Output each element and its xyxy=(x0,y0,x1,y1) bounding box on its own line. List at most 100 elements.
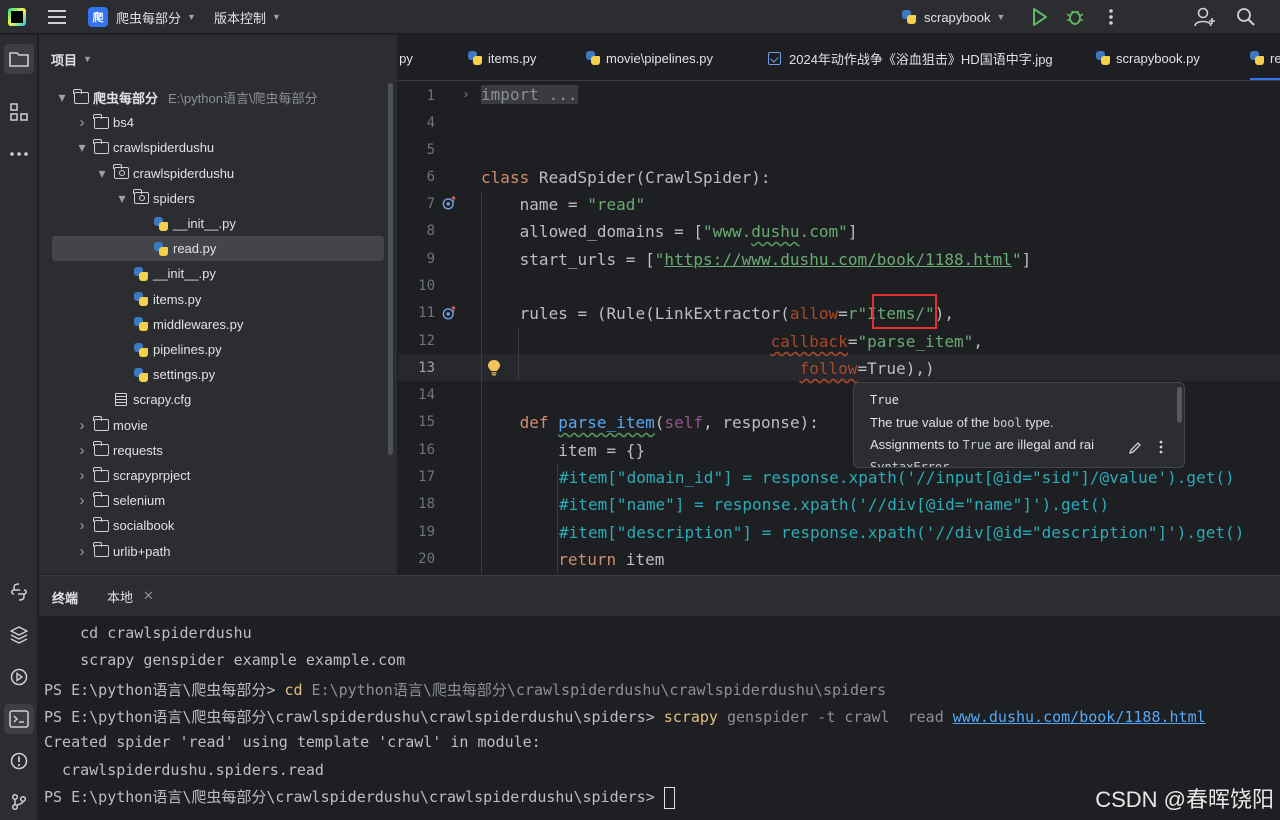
layers-icon[interactable] xyxy=(4,620,34,650)
tree-item[interactable]: › urlib+path xyxy=(39,539,384,564)
popup-scrollbar[interactable] xyxy=(1177,387,1182,423)
line-number: 14 xyxy=(418,387,435,403)
tab-image-file[interactable]: 2024年动作战争《浴血狙击》HD国语中字.jpg xyxy=(768,35,1053,80)
chevron-down-icon[interactable]: ▾ xyxy=(55,89,69,106)
tab-movie-pipelines[interactable]: movie\pipelines.py xyxy=(586,35,713,80)
quick-doc-popup[interactable]: True The true value of the bool type. As… xyxy=(853,382,1185,468)
tab-label: movie\pipelines.py xyxy=(606,50,713,66)
code-editor[interactable]: 1 4 5 6 7 8 9 10 11 12 13 14 15 16 17 18 19 20 › import .… xyxy=(398,82,1280,574)
code-line-7: name = "read" xyxy=(481,195,646,214)
tree-item[interactable]: › requests xyxy=(39,438,384,463)
search-icon[interactable] xyxy=(1236,0,1256,34)
terminal-line: PS E:\python语言\爬虫每部分\crawlspiderdushu\cr… xyxy=(44,708,1206,726)
more-tools-icon[interactable] xyxy=(4,139,34,169)
project-selector[interactable]: 爬 爬虫每部分 ▼ xyxy=(88,0,196,34)
python-file-icon xyxy=(1096,51,1110,65)
chevron-right-icon[interactable]: › xyxy=(75,114,89,131)
folder-icon xyxy=(93,491,109,508)
tree-item[interactable]: › movie xyxy=(39,413,384,438)
tree-item[interactable]: › selenium xyxy=(39,488,384,513)
python-file-icon xyxy=(468,51,482,65)
tree-item[interactable]: ▾ 爬虫每部分 E:\python语言\爬虫每部分 xyxy=(39,85,384,110)
tree-item[interactable]: scrapy.cfg xyxy=(39,387,384,412)
tree-item-label: scrapy.cfg xyxy=(133,392,192,408)
chevron-down-icon[interactable]: ▾ xyxy=(95,165,109,182)
chevron-right-icon[interactable]: › xyxy=(75,467,89,484)
git-icon[interactable] xyxy=(4,787,34,817)
doc-title: True xyxy=(870,393,899,407)
chevron-down-icon[interactable]: ▾ xyxy=(75,139,89,156)
project-panel-header[interactable]: 项目 ▼ xyxy=(51,49,92,69)
terminal-panel[interactable]: 终端 本地 ✕ cd crawlspiderdushu scrapy gensp… xyxy=(39,575,1280,820)
debug-button[interactable] xyxy=(1066,0,1084,34)
tree-item-label: items.py xyxy=(153,291,202,307)
more-actions-icon[interactable] xyxy=(1108,0,1114,34)
tree-item[interactable]: middlewares.py xyxy=(39,312,384,337)
config-file-icon xyxy=(113,393,129,407)
package-folder-icon xyxy=(113,164,129,180)
terminal-cursor xyxy=(663,786,675,809)
more-options-icon[interactable] xyxy=(1159,440,1163,457)
tab-read-py[interactable]: re xyxy=(1250,35,1280,80)
folder-icon xyxy=(93,516,109,533)
tree-item[interactable]: ▾ crawlspiderdushu xyxy=(39,135,384,160)
problems-icon[interactable] xyxy=(4,746,34,776)
structure-icon[interactable] xyxy=(4,97,34,127)
terminal-tab-bar: 终端 本地 ✕ xyxy=(39,576,1280,616)
tree-item-label: crawlspiderdushu xyxy=(133,165,235,181)
edit-pencil-icon[interactable] xyxy=(1128,441,1142,458)
override-marker-icon[interactable] xyxy=(442,195,458,211)
python-file-icon xyxy=(133,266,149,281)
project-folder-icon[interactable] xyxy=(4,44,34,74)
project-name: 爬虫每部分 xyxy=(116,10,182,26)
code-line-6: class ReadSpider(CrawlSpider): xyxy=(481,168,771,187)
services-icon[interactable] xyxy=(4,662,34,692)
terminal-icon[interactable] xyxy=(4,704,34,734)
add-user-icon[interactable] xyxy=(1194,0,1216,34)
terminal-tab-label: 本地 xyxy=(107,589,134,605)
chevron-down-icon[interactable]: ▾ xyxy=(115,190,129,207)
chevron-right-icon[interactable]: › xyxy=(75,442,89,459)
tree-item[interactable]: settings.py xyxy=(39,362,384,387)
tree-item-label: crawlspiderdushu xyxy=(113,140,215,156)
line-number: 15 xyxy=(418,414,435,430)
terminal-link[interactable]: www.dushu.com/book/1188.html xyxy=(953,708,1206,726)
chevron-right-icon[interactable]: › xyxy=(75,543,89,560)
tree-item[interactable]: read.py xyxy=(52,236,384,262)
tab-scrapybook[interactable]: scrapybook.py xyxy=(1096,35,1200,80)
tree-item[interactable]: pipelines.py xyxy=(39,337,384,362)
main-menu-icon[interactable] xyxy=(48,0,66,34)
terminal-line: scrapy genspider example example.com xyxy=(44,651,406,669)
line-number: 11 xyxy=(418,305,435,321)
folder-icon xyxy=(93,466,109,483)
project-scrollbar[interactable] xyxy=(388,83,393,455)
chevron-right-icon[interactable]: › xyxy=(75,517,89,534)
tab-prev-file[interactable]: v.py xyxy=(398,35,413,80)
chevron-right-icon[interactable]: › xyxy=(75,417,89,434)
tab-items-py[interactable]: items.py xyxy=(468,35,536,80)
tree-item[interactable]: __init__.py xyxy=(39,261,384,286)
tab-label: 2024年动作战争《浴血狙击》HD国语中字.jpg xyxy=(789,51,1053,67)
tree-item[interactable]: ▾ spiders xyxy=(39,186,384,211)
tree-item[interactable]: __init__.py xyxy=(39,211,384,236)
run-config-selector[interactable]: scrapybook ▼ xyxy=(902,0,1005,34)
tree-item[interactable]: items.py xyxy=(39,287,384,312)
terminal-prompt-line[interactable]: PS E:\python语言\爬虫每部分\crawlspiderdushu\cr… xyxy=(44,786,675,809)
tree-item[interactable]: › scrapyprpject xyxy=(39,463,384,488)
watermark: CSDN @春晖饶阳 xyxy=(1095,787,1274,812)
tree-item[interactable]: › socialbook xyxy=(39,513,384,538)
override-marker-icon[interactable] xyxy=(442,305,458,321)
vcs-menu[interactable]: 版本控制 ▼ xyxy=(214,0,281,34)
tab-local-terminal[interactable]: 本地 ✕ xyxy=(95,576,166,616)
line-number: 1 xyxy=(426,88,435,104)
tree-item[interactable]: › bs4 xyxy=(39,110,384,135)
fold-arrow-icon[interactable]: › xyxy=(464,87,468,101)
chevron-down-icon: ▼ xyxy=(187,12,196,22)
project-panel: 项目 ▼ ▾ 爬虫每部分 E:\python语言\爬虫每部分 › bs4 ▾ crawlsp… xyxy=(39,35,397,574)
python-console-icon[interactable] xyxy=(4,577,34,607)
app-logo[interactable] xyxy=(8,0,26,34)
run-button[interactable] xyxy=(1032,0,1048,34)
tree-item[interactable]: ▾ crawlspiderdushu xyxy=(39,161,384,186)
chevron-right-icon[interactable]: › xyxy=(75,492,89,509)
close-icon[interactable]: ✕ xyxy=(143,588,154,604)
